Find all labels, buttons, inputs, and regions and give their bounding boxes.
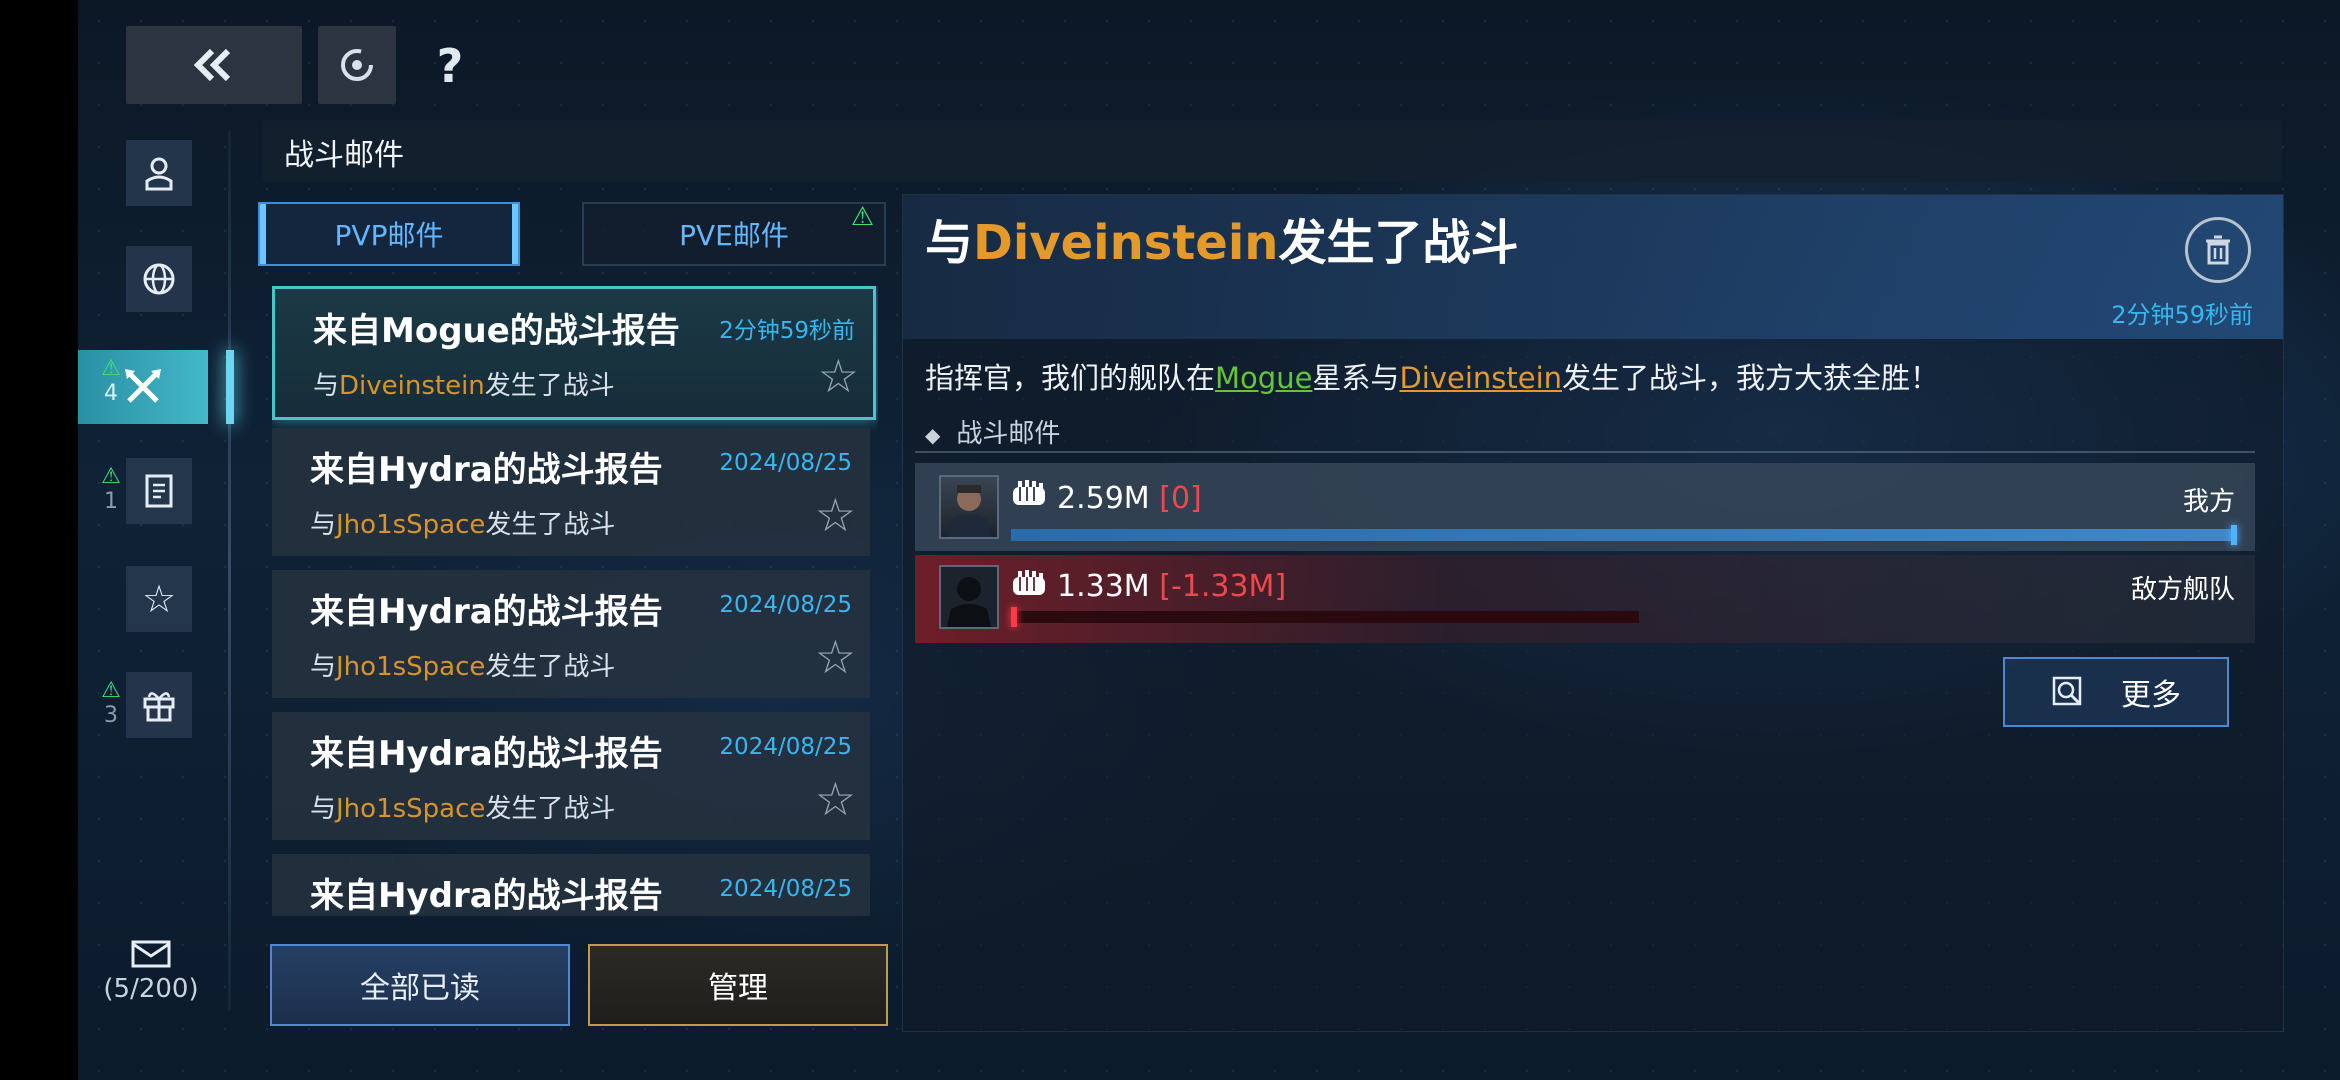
sidebar-item-profile[interactable] xyxy=(126,140,192,206)
manage-button[interactable]: 管理 xyxy=(588,944,888,1026)
mail-item[interactable]: 来自Hydra的战斗报告 2024/08/25 xyxy=(272,854,870,916)
battle-alert: ⚠ 4 xyxy=(96,356,126,406)
section-divider xyxy=(915,451,2255,453)
star-icon: ☆ xyxy=(141,577,177,621)
mail-icon xyxy=(131,940,171,968)
own-hp-bar xyxy=(1011,525,2237,545)
magnify-icon xyxy=(2052,676,2082,706)
mail-title: 来自Mogue的战斗报告 xyxy=(313,311,680,351)
document-count: 1 xyxy=(104,489,118,514)
warning-icon: ⚠ xyxy=(101,356,121,381)
back-button[interactable] xyxy=(126,26,302,104)
enemy-link[interactable]: Diveinstein xyxy=(1399,361,1562,395)
read-all-button[interactable]: 全部已读 xyxy=(270,944,570,1026)
power-icon xyxy=(1011,479,1047,509)
gift-icon xyxy=(143,692,175,722)
section-label: ◆ 战斗邮件 xyxy=(925,419,1061,449)
mail-counter[interactable]: (5/200) xyxy=(78,940,224,1004)
warning-icon: ⚠ xyxy=(850,202,874,232)
double-chevron-left-icon xyxy=(193,48,231,82)
enemy-fleet-row[interactable]: 1.33M [-1.33M] 敌方舰队 xyxy=(915,555,2255,643)
mail-list[interactable]: 来自Mogue的战斗报告 2分钟59秒前 与Diveinstein发生了战斗 ☆… xyxy=(272,286,878,916)
mail-subtitle: 与Diveinstein发生了战斗 xyxy=(313,371,615,401)
mail-time: 2024/08/25 xyxy=(719,876,852,902)
mail-time: 2024/08/25 xyxy=(719,592,852,618)
mail-time: 2024/08/25 xyxy=(719,450,852,476)
commander-avatar xyxy=(939,475,999,539)
mail-title: 来自Hydra的战斗报告 xyxy=(310,592,663,632)
delete-button[interactable] xyxy=(2185,217,2251,283)
enemy-power: 1.33M [-1.33M] xyxy=(1057,569,1287,604)
sidebar-item-globe[interactable] xyxy=(126,246,192,312)
globe-icon xyxy=(143,263,175,295)
tab-pvp-label: PVP邮件 xyxy=(334,219,444,252)
mail-item[interactable]: 来自Hydra的战斗报告 2024/08/25 与Jho1sSpace发生了战斗… xyxy=(272,428,870,556)
read-all-label: 全部已读 xyxy=(360,971,480,1006)
battle-count: 4 xyxy=(104,381,118,406)
gift-alert: ⚠ 3 xyxy=(96,678,126,728)
power-icon xyxy=(1011,569,1047,599)
mail-item[interactable]: 来自Hydra的战斗报告 2024/08/25 与Jho1sSpace发生了战斗… xyxy=(272,712,870,840)
mail-subtitle: 与Jho1sSpace发生了战斗 xyxy=(310,652,616,682)
trash-icon xyxy=(2206,235,2230,265)
enemy-hp-marker xyxy=(1011,607,1017,627)
mail-detail-panel: 与Diveinstein发生了战斗 2分钟59秒前 指挥官，我们的舰队在Mogu… xyxy=(902,194,2284,1032)
battle-icon xyxy=(125,369,161,403)
own-hp-fill xyxy=(1011,525,2237,545)
own-power: 2.59M [0] xyxy=(1057,481,1202,516)
enemy-hp-bar xyxy=(1011,607,1639,627)
favorite-star-icon[interactable]: ☆ xyxy=(815,776,856,822)
help-button[interactable]: ? xyxy=(420,36,480,96)
more-label: 更多 xyxy=(2121,678,2181,713)
document-icon xyxy=(145,474,173,508)
diamond-icon: ◆ xyxy=(925,423,941,447)
sidebar-item-document[interactable] xyxy=(126,458,192,524)
sidebar-item-gift[interactable] xyxy=(126,672,192,738)
favorite-star-icon[interactable]: ☆ xyxy=(818,353,859,399)
own-fleet-row[interactable]: 2.59M [0] 我方 xyxy=(915,463,2255,551)
warning-icon: ⚠ xyxy=(101,678,121,703)
more-button[interactable]: 更多 xyxy=(2003,657,2229,727)
mail-title: 来自Hydra的战斗报告 xyxy=(310,450,663,490)
detail-time: 2分钟59秒前 xyxy=(2111,301,2253,329)
refresh-icon xyxy=(341,49,373,81)
sidebar-divider xyxy=(228,130,231,1010)
mail-title: 来自Hydra的战斗报告 xyxy=(310,734,663,774)
mail-item[interactable]: 来自Mogue的战斗报告 2分钟59秒前 与Diveinstein发生了战斗 ☆ xyxy=(272,286,876,420)
tab-pve-label: PVE邮件 xyxy=(679,219,789,252)
favorite-star-icon[interactable]: ☆ xyxy=(815,634,856,680)
document-alert: ⚠ 1 xyxy=(96,464,126,514)
game-screen: ? ⚠ 4 ⚠ 1 ☆ ⚠ 3 (5/200) 战斗邮件 PVP邮件 PVE邮件… xyxy=(78,0,2340,1080)
own-side-label: 我方 xyxy=(2182,487,2235,517)
mail-title: 来自Hydra的战斗报告 xyxy=(310,876,663,916)
manage-label: 管理 xyxy=(708,971,768,1006)
gift-count: 3 xyxy=(104,703,118,728)
enemy-side-label: 敌方舰队 xyxy=(2130,575,2235,605)
mail-time: 2分钟59秒前 xyxy=(719,318,855,344)
mail-subtitle: 与Jho1sSpace发生了战斗 xyxy=(310,794,616,824)
tab-pve[interactable]: PVE邮件 ⚠ xyxy=(582,202,886,266)
profile-icon xyxy=(145,157,173,191)
sidebar-item-star[interactable]: ☆ xyxy=(126,566,192,632)
detail-message: 指挥官，我们的舰队在Mogue星系与Diveinstein发生了战斗，我方大获全… xyxy=(925,361,1940,395)
active-indicator xyxy=(226,350,234,424)
favorite-star-icon[interactable]: ☆ xyxy=(815,492,856,538)
warning-icon: ⚠ xyxy=(101,464,121,489)
detail-title: 与Diveinstein发生了战斗 xyxy=(925,215,1519,271)
detail-header: 与Diveinstein发生了战斗 2分钟59秒前 xyxy=(903,195,2283,339)
panel-header: 战斗邮件 xyxy=(262,120,2282,182)
refresh-button[interactable] xyxy=(318,26,396,104)
mail-item[interactable]: 来自Hydra的战斗报告 2024/08/25 与Jho1sSpace发生了战斗… xyxy=(272,570,870,698)
mail-time: 2024/08/25 xyxy=(719,734,852,760)
enemy-avatar xyxy=(939,565,999,629)
mail-subtitle: 与Jho1sSpace发生了战斗 xyxy=(310,510,616,540)
tab-pvp[interactable]: PVP邮件 xyxy=(258,202,520,266)
mail-count-label: (5/200) xyxy=(103,974,199,1004)
system-link[interactable]: Mogue xyxy=(1215,361,1312,395)
panel-title: 战斗邮件 xyxy=(284,138,404,173)
